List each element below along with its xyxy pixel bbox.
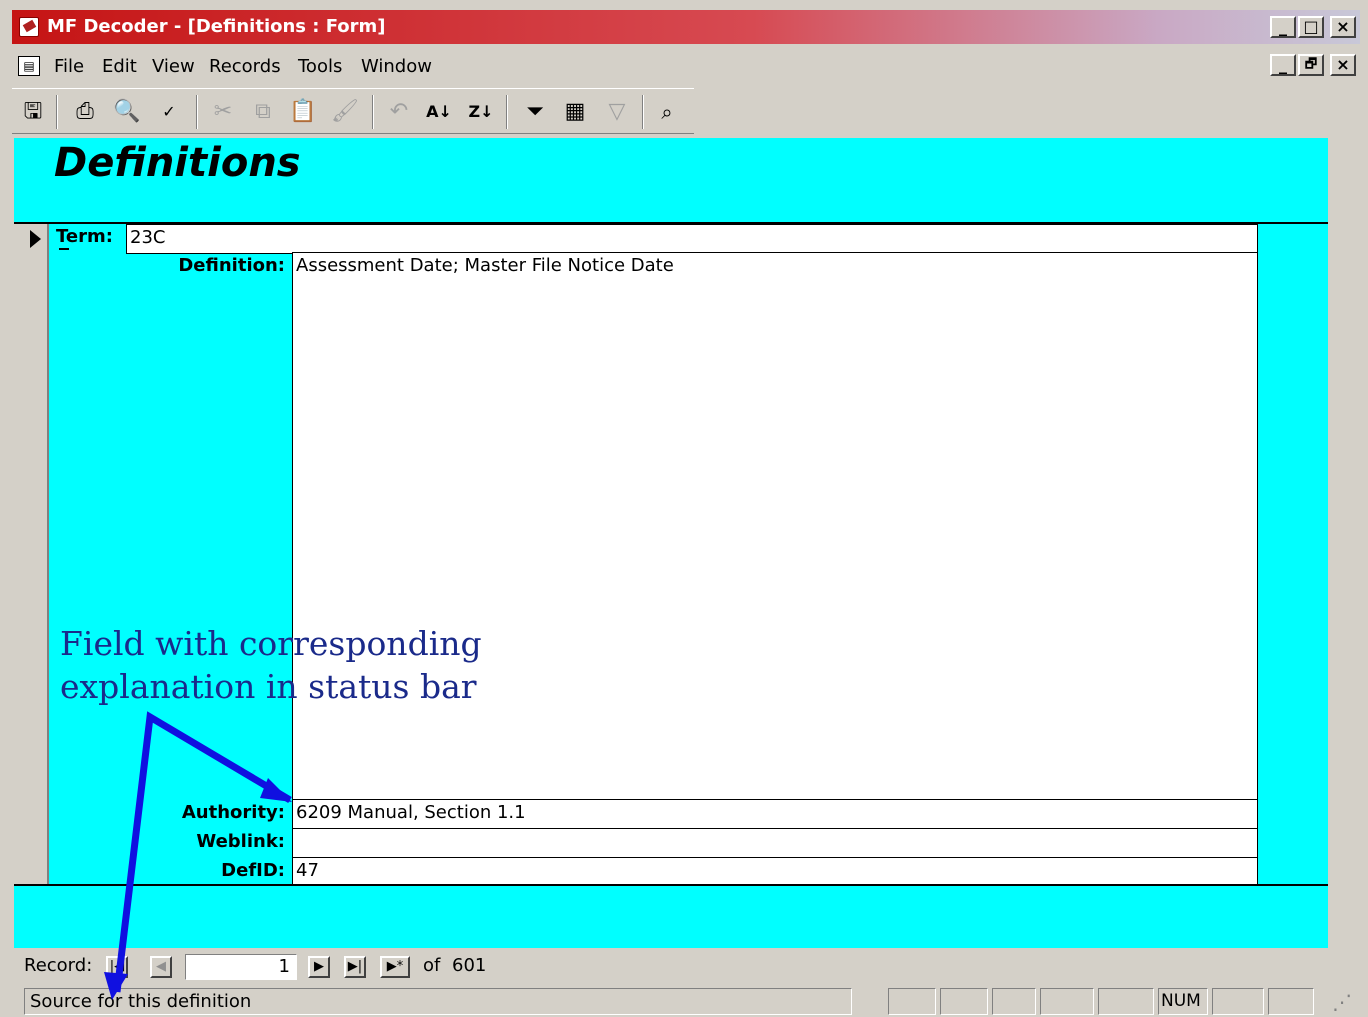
annotation-arrow-line [113,711,292,993]
annotation-arrowhead-status [104,972,128,1000]
annotation-arrows [104,711,292,1000]
